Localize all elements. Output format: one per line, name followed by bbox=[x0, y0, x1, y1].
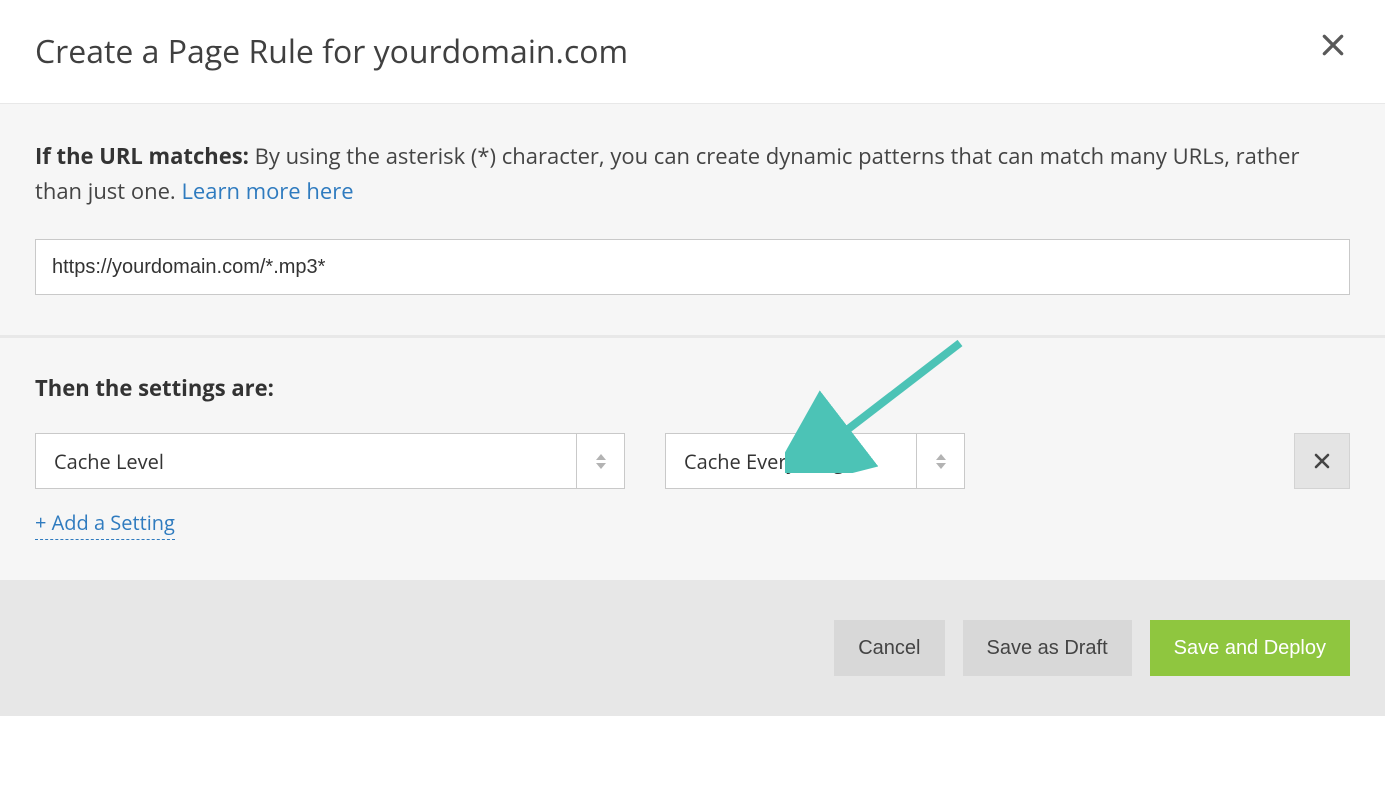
url-pattern-input[interactable] bbox=[35, 239, 1350, 295]
modal-title: Create a Page Rule for yourdomain.com bbox=[35, 30, 628, 73]
settings-heading: Then the settings are: bbox=[35, 373, 1350, 403]
url-help-text: If the URL matches: By using the asteris… bbox=[35, 139, 1350, 209]
stepper-icon[interactable] bbox=[576, 434, 624, 488]
modal-footer: Cancel Save as Draft Save and Deploy bbox=[0, 580, 1385, 716]
close-icon bbox=[1313, 452, 1331, 470]
modal-header: Create a Page Rule for yourdomain.com bbox=[0, 0, 1385, 103]
add-setting-link[interactable]: + Add a Setting bbox=[35, 509, 175, 540]
setting-value-label: Cache Everything bbox=[666, 434, 916, 488]
save-draft-button[interactable]: Save as Draft bbox=[963, 620, 1132, 676]
url-help-strong: If the URL matches: bbox=[35, 141, 249, 171]
settings-section: Then the settings are: Cache Level Cache… bbox=[0, 337, 1385, 580]
chevron-up-icon bbox=[596, 454, 606, 460]
stepper-icon[interactable] bbox=[916, 434, 964, 488]
remove-setting-button[interactable] bbox=[1294, 433, 1350, 489]
close-icon[interactable] bbox=[1316, 30, 1350, 64]
chevron-up-icon bbox=[936, 454, 946, 460]
setting-key-select[interactable]: Cache Level bbox=[35, 433, 625, 489]
setting-value-select[interactable]: Cache Everything bbox=[665, 433, 965, 489]
cancel-button[interactable]: Cancel bbox=[834, 620, 944, 676]
learn-more-link[interactable]: Learn more here bbox=[181, 176, 353, 206]
setting-row: Cache Level Cache Everything bbox=[35, 433, 1350, 489]
setting-key-label: Cache Level bbox=[36, 434, 576, 488]
chevron-down-icon bbox=[596, 463, 606, 469]
save-deploy-button[interactable]: Save and Deploy bbox=[1150, 620, 1350, 676]
page-rule-modal: Create a Page Rule for yourdomain.com If… bbox=[0, 0, 1385, 716]
chevron-down-icon bbox=[936, 463, 946, 469]
url-match-section: If the URL matches: By using the asteris… bbox=[0, 103, 1385, 337]
